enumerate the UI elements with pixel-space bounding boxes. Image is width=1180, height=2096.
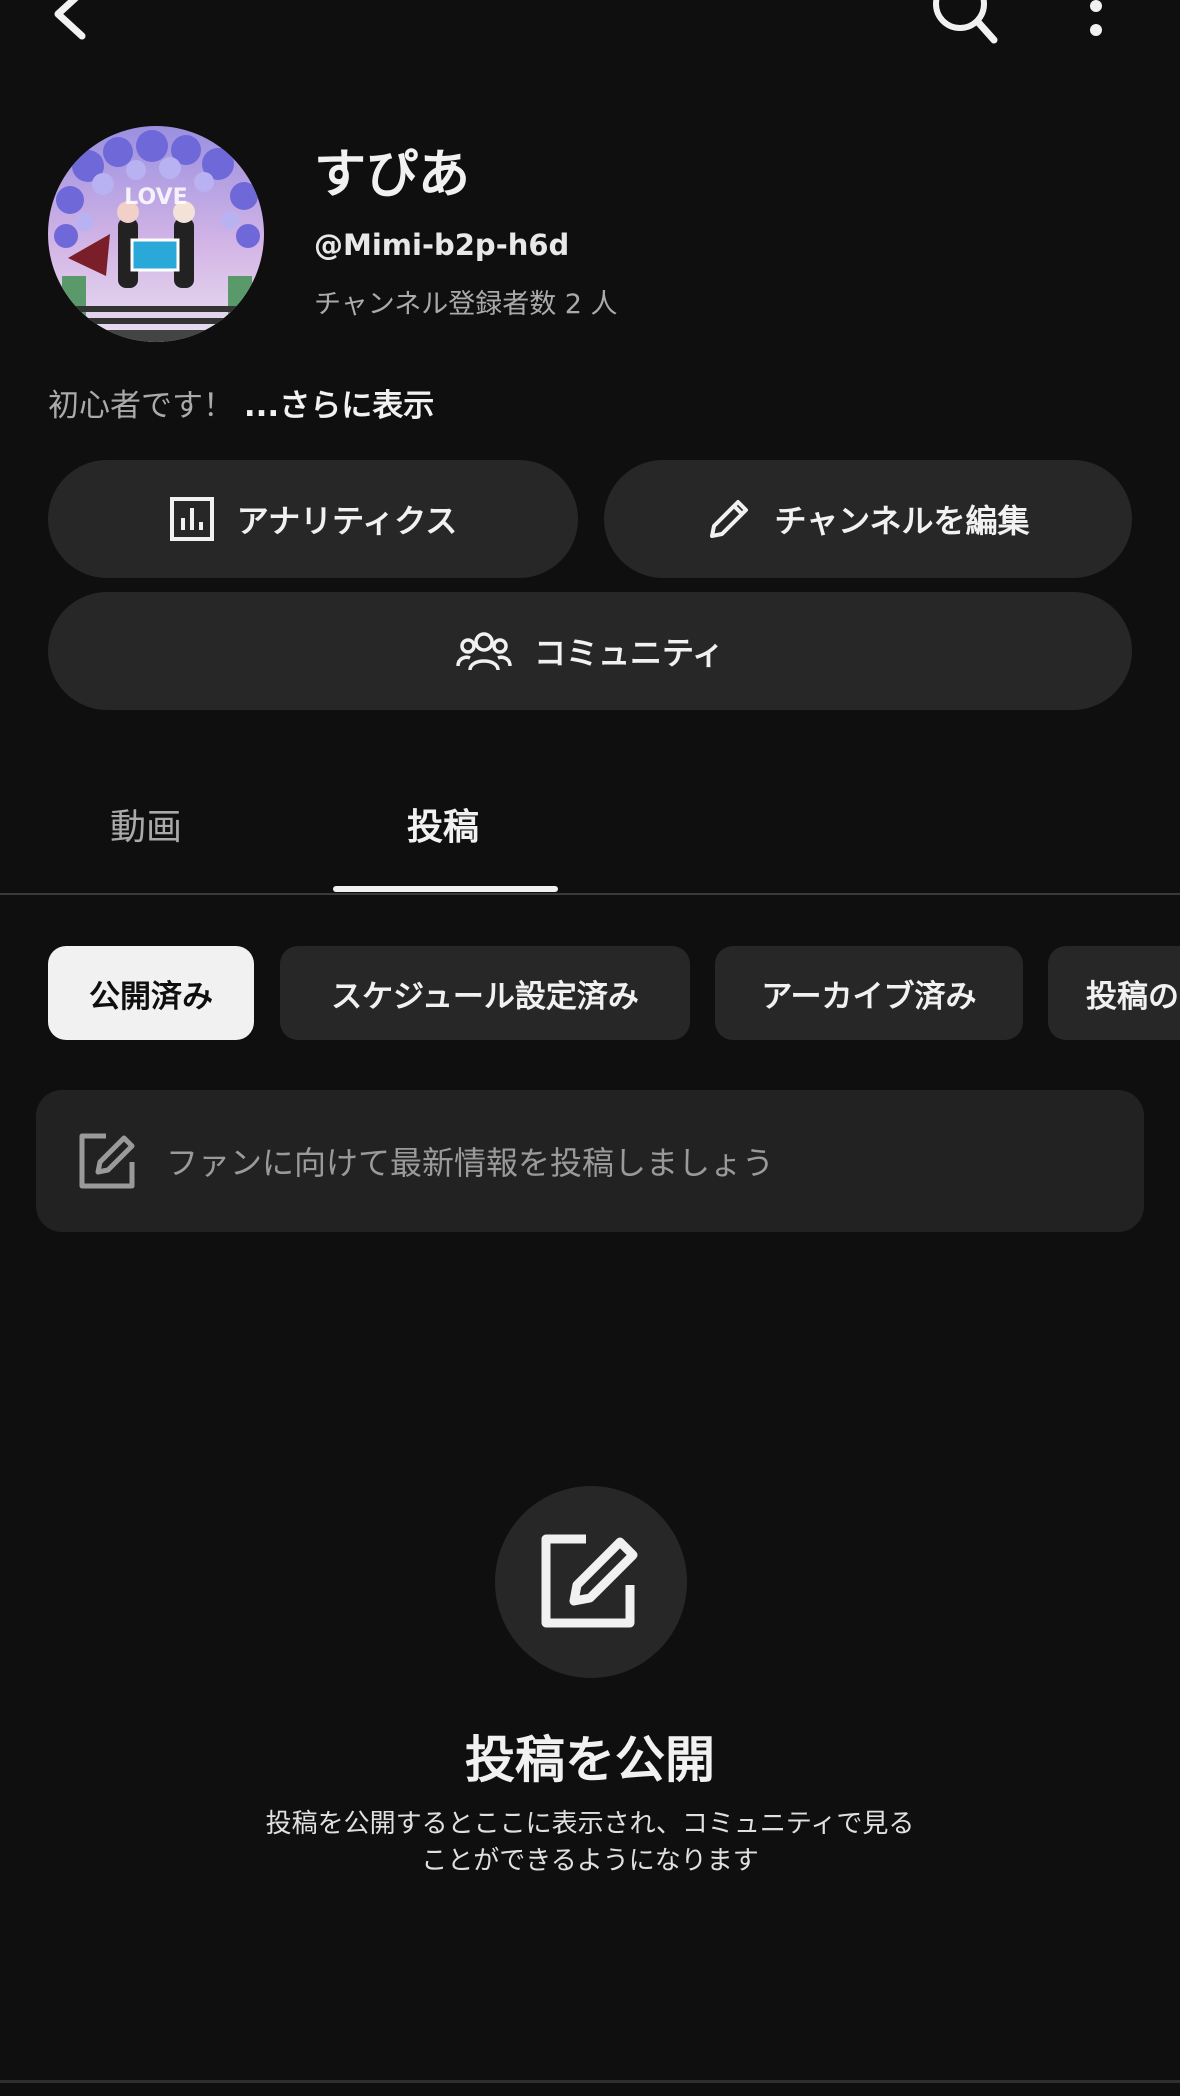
empty-state-line-2: ことができるようになります [421, 1846, 759, 1876]
people-icon [456, 632, 512, 671]
pencil-icon [710, 500, 749, 538]
composer-placeholder: ファンに向けて最新情報を投稿しましょう [166, 1144, 775, 1182]
analytics-label: アナリティクス [236, 502, 458, 540]
back-arrow-icon[interactable] [44, 0, 94, 46]
chip-published[interactable]: 公開済み [48, 946, 254, 1040]
channel-handle: @Mimi-b2p-h6d [314, 228, 570, 262]
edit-channel-button[interactable]: チャンネルを編集 [604, 460, 1132, 578]
empty-state-line-1: 投稿を公開するとここに表示され、コミュニティで見る [265, 1809, 915, 1839]
avatar-love-sign: LOVE [124, 185, 187, 210]
empty-state-description: 投稿を公開するとここに表示され、コミュニティで見る ことができるようになります [0, 1806, 1180, 1880]
search-icon[interactable] [928, 0, 1000, 50]
edit-square-icon [541, 1534, 638, 1628]
tab-posts[interactable]: 投稿 [407, 798, 479, 850]
subscriber-count: チャンネル登録者数 2 人 [314, 289, 618, 320]
active-tab-indicator [333, 886, 558, 892]
channel-name: すぴあ [314, 145, 471, 205]
analytics-button[interactable]: アナリティクス [48, 460, 578, 578]
chip-scheduled[interactable]: スケジュール設定済み [280, 946, 690, 1040]
community-button[interactable]: コミュニティ [48, 592, 1132, 710]
bar-chart-icon [169, 497, 214, 541]
tab-divider [0, 893, 1180, 895]
chip-archived[interactable]: アーカイブ済み [715, 946, 1023, 1040]
chip-post-more[interactable]: 投稿の [1048, 946, 1180, 1040]
more-vertical-icon[interactable] [1080, 0, 1112, 44]
empty-state-title: 投稿を公開 [465, 1731, 715, 1789]
channel-description[interactable]: 初心者です！ ...さらに表示 [48, 380, 434, 425]
community-label: コミュニティ [533, 634, 725, 672]
tab-videos[interactable]: 動画 [110, 798, 182, 850]
empty-state-icon-circle [495, 1486, 687, 1678]
bottom-divider [0, 2080, 1180, 2083]
show-more-link[interactable]: ...さらに表示 [244, 388, 434, 424]
avatar[interactable]: LOVE [48, 126, 264, 342]
edit-square-icon [79, 1133, 135, 1189]
description-text: 初心者です！ [48, 388, 234, 424]
post-composer[interactable]: ファンに向けて最新情報を投稿しましょう [36, 1090, 1144, 1232]
edit-channel-label: チャンネルを編集 [774, 502, 1030, 540]
